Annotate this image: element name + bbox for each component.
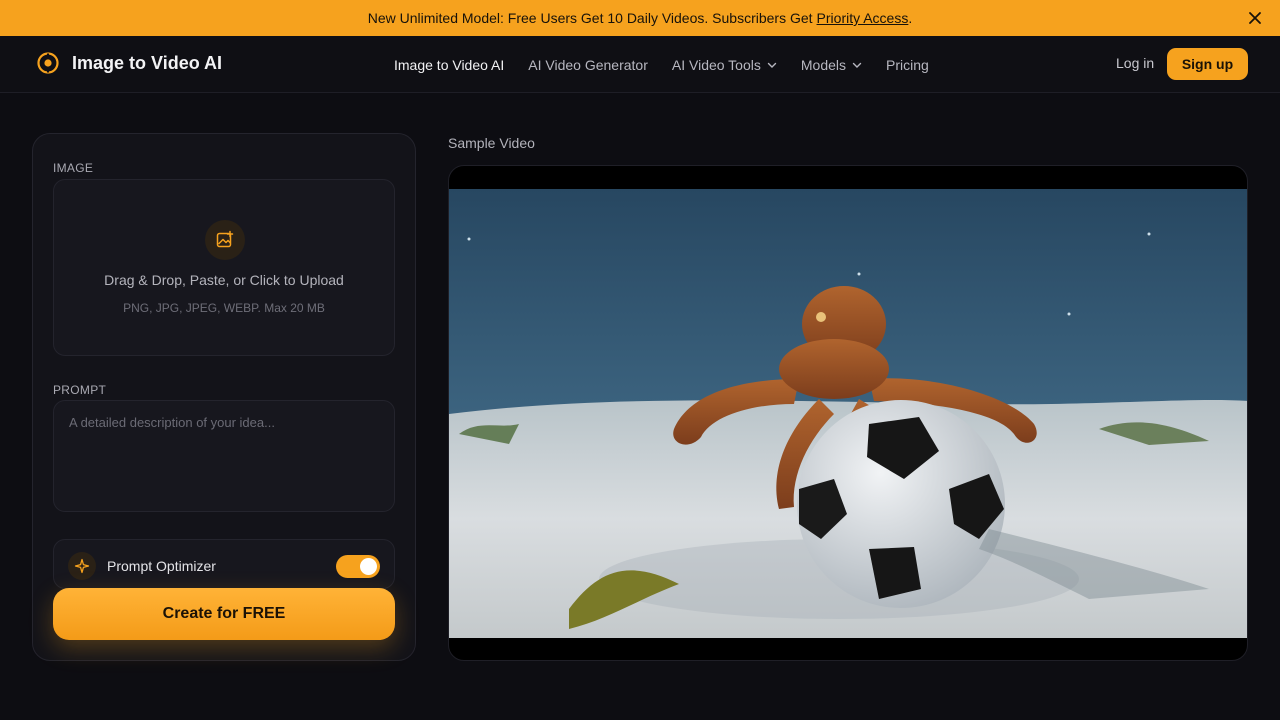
image-upload-dropzone[interactable]: Drag & Drop, Paste, or Click to Upload P… (53, 179, 395, 356)
main-menu: Image to Video AI AI Video Generator AI … (394, 36, 953, 93)
nav-ai-video-tools[interactable]: AI Video Tools (672, 57, 777, 73)
brand-name: Image to Video AI (72, 52, 223, 73)
nav-ai-video-generator[interactable]: AI Video Generator (528, 57, 648, 73)
nav-label: AI Video Tools (671, 56, 761, 73)
image-add-icon (205, 220, 245, 260)
upload-formats: PNG, JPG, JPEG, WEBP. Max 20 MB (123, 301, 325, 315)
image-section-label: IMAGE (53, 161, 94, 175)
sample-video-player[interactable] (448, 165, 1248, 661)
signup-button[interactable]: Sign up (1167, 48, 1248, 80)
logo-icon (37, 52, 59, 74)
prompt-section-label: PROMPT (53, 383, 107, 397)
chevron-down-icon (852, 62, 862, 68)
close-icon[interactable] (1246, 9, 1264, 27)
prompt-optimizer-row: Prompt Optimizer (53, 539, 395, 589)
generate-panel: IMAGE Drag & Drop, Paste, or Click to Up… (32, 133, 416, 661)
priority-access-link[interactable]: Priority Access (817, 10, 909, 26)
create-button[interactable]: Create for FREE (53, 588, 395, 640)
sparkle-icon (68, 552, 96, 580)
nav-pricing[interactable]: Pricing (886, 57, 929, 73)
sample-video-label: Sample Video (448, 135, 535, 151)
nav-models[interactable]: Models (801, 57, 862, 73)
brand-logo[interactable]: Image to Video AI (36, 51, 222, 75)
upload-instructions: Drag & Drop, Paste, or Click to Upload (104, 272, 344, 288)
chevron-down-icon (767, 62, 777, 68)
prompt-optimizer-toggle[interactable] (336, 555, 380, 578)
navbar: Image to Video AI Image to Video AI AI V… (0, 36, 1280, 93)
login-link[interactable]: Log in (1116, 55, 1154, 71)
nav-image-to-video[interactable]: Image to Video AI (394, 57, 504, 73)
announcement-text: New Unlimited Model: Free Users Get 10 D… (367, 10, 813, 26)
nav-label: Models (800, 56, 847, 73)
announcement-suffix: . (908, 10, 913, 26)
nav-label: AI Video Generator (528, 56, 648, 73)
prompt-input[interactable] (53, 400, 395, 512)
nav-label: Image to Video AI (394, 56, 505, 73)
nav-label: Pricing (886, 56, 929, 73)
toggle-knob (360, 558, 377, 575)
announcement-bar: New Unlimited Model: Free Users Get 10 D… (0, 0, 1280, 36)
prompt-optimizer-label: Prompt Optimizer (107, 558, 216, 574)
sample-video-frame (449, 189, 1247, 638)
